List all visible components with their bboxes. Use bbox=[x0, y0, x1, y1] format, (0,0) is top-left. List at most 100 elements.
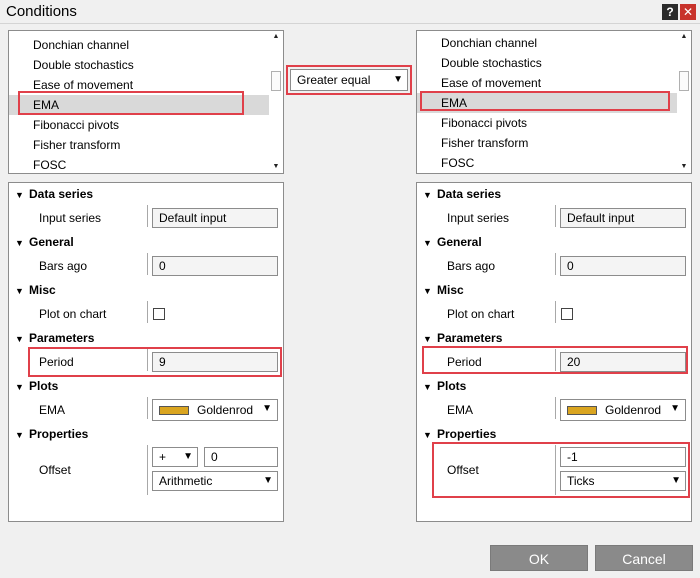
category-parameters[interactable]: ▼ Parameters bbox=[15, 328, 94, 348]
list-item-selected[interactable]: EMA bbox=[9, 95, 269, 115]
collapse-triangle-icon[interactable]: ▼ bbox=[15, 329, 29, 349]
column-divider bbox=[147, 349, 148, 371]
scroll-thumb[interactable] bbox=[679, 71, 689, 91]
collapse-triangle-icon[interactable]: ▼ bbox=[15, 281, 29, 301]
color-name: Goldenrod bbox=[605, 403, 662, 417]
offset-type-select[interactable]: Arithmetic ▼ bbox=[152, 471, 278, 491]
period-label: Period bbox=[447, 355, 482, 369]
column-divider bbox=[147, 253, 148, 275]
category-properties[interactable]: ▼ Properties bbox=[15, 424, 88, 444]
scroll-thumb[interactable] bbox=[271, 71, 281, 91]
category-plots[interactable]: ▼ Plots bbox=[423, 376, 466, 396]
category-plots[interactable]: ▼ Plots bbox=[15, 376, 58, 396]
category-parameters[interactable]: ▼ Parameters bbox=[423, 328, 502, 348]
list-item[interactable]: Fisher transform bbox=[417, 133, 677, 153]
list-item[interactable]: Donchian channel bbox=[9, 35, 269, 55]
list-item[interactable]: Fisher transform bbox=[9, 135, 269, 155]
collapse-triangle-icon[interactable]: ▼ bbox=[15, 377, 29, 397]
column-divider bbox=[147, 445, 148, 495]
collapse-triangle-icon[interactable]: ▼ bbox=[423, 233, 437, 253]
period-field[interactable]: 9 bbox=[152, 352, 278, 372]
list-item[interactable]: Fibonacci pivots bbox=[417, 113, 677, 133]
ok-button[interactable]: OK bbox=[490, 545, 588, 571]
list-item[interactable]: Ease of movement bbox=[417, 73, 677, 93]
chevron-down-icon: ▼ bbox=[263, 475, 273, 486]
offset-label: Offset bbox=[447, 463, 479, 477]
category-general[interactable]: ▼ General bbox=[15, 232, 74, 252]
close-icon[interactable]: ✕ bbox=[680, 4, 696, 20]
cancel-button[interactable]: Cancel bbox=[595, 545, 693, 571]
color-swatch bbox=[159, 406, 189, 415]
offset-operator-select[interactable]: + ▼ bbox=[152, 447, 198, 467]
column-divider bbox=[555, 205, 556, 227]
category-misc[interactable]: ▼ Misc bbox=[423, 280, 464, 300]
category-data-series[interactable]: ▼ Data series bbox=[15, 184, 93, 204]
column-divider bbox=[147, 397, 148, 419]
collapse-triangle-icon[interactable]: ▼ bbox=[423, 425, 437, 445]
collapse-triangle-icon[interactable]: ▼ bbox=[423, 281, 437, 301]
collapse-triangle-icon[interactable]: ▼ bbox=[423, 377, 437, 397]
bars-ago-field[interactable]: 0 bbox=[152, 256, 278, 276]
list-item[interactable]: Double stochastics bbox=[417, 53, 677, 73]
collapse-triangle-icon[interactable]: ▼ bbox=[15, 233, 29, 253]
category-data-series[interactable]: ▼ Data series bbox=[423, 184, 501, 204]
input-series-label: Input series bbox=[39, 211, 102, 225]
plot-on-chart-checkbox[interactable] bbox=[561, 308, 573, 320]
right-indicator-list[interactable]: Donchian channel Double stochastics Ease… bbox=[416, 30, 692, 174]
left-property-grid: ▼ Data series Input series Default input … bbox=[8, 182, 284, 522]
column-divider bbox=[147, 205, 148, 227]
plot-on-chart-checkbox[interactable] bbox=[153, 308, 165, 320]
plot-on-chart-label: Plot on chart bbox=[447, 307, 515, 321]
offset-type-select[interactable]: Ticks ▼ bbox=[560, 471, 686, 491]
collapse-triangle-icon[interactable]: ▼ bbox=[15, 425, 29, 445]
list-item[interactable]: Fibonacci pivots bbox=[9, 115, 269, 135]
ema-color-select[interactable]: Goldenrod ▼ bbox=[560, 399, 686, 421]
list-item[interactable]: Donchian channel bbox=[417, 33, 677, 53]
input-series-field[interactable]: Default input bbox=[560, 208, 686, 228]
right-property-grid: ▼ Data series Input series Default input … bbox=[416, 182, 692, 522]
collapse-triangle-icon[interactable]: ▼ bbox=[15, 185, 29, 205]
operator-select[interactable]: Greater equal ▼ bbox=[290, 69, 408, 91]
list-item[interactable]: Ease of movement bbox=[9, 75, 269, 95]
bars-ago-label: Bars ago bbox=[39, 259, 88, 273]
offset-value-field[interactable]: -1 bbox=[560, 447, 686, 467]
column-divider bbox=[555, 349, 556, 371]
ema-color-select[interactable]: Goldenrod ▼ bbox=[152, 399, 278, 421]
window-title: Conditions bbox=[6, 3, 77, 20]
column-divider bbox=[147, 301, 148, 323]
chevron-down-icon: ▼ bbox=[393, 74, 403, 85]
color-swatch bbox=[567, 406, 597, 415]
operator-value: Greater equal bbox=[297, 73, 371, 87]
input-series-label: Input series bbox=[447, 211, 510, 225]
period-field[interactable]: 20 bbox=[560, 352, 686, 372]
category-properties[interactable]: ▼ Properties bbox=[423, 424, 496, 444]
left-indicator-list[interactable]: Donchian channel Double stochastics Ease… bbox=[8, 30, 284, 174]
category-misc[interactable]: ▼ Misc bbox=[15, 280, 56, 300]
category-general[interactable]: ▼ General bbox=[423, 232, 482, 252]
list-item-selected[interactable]: EMA bbox=[417, 93, 677, 113]
help-icon[interactable]: ? bbox=[662, 4, 678, 20]
list-item[interactable]: FOSC bbox=[417, 153, 677, 173]
scroll-down-icon[interactable]: ▼ bbox=[677, 161, 691, 173]
scroll-up-icon[interactable]: ▲ bbox=[677, 31, 691, 43]
color-name: Goldenrod bbox=[197, 403, 254, 417]
offset-value-field[interactable]: 0 bbox=[204, 447, 278, 467]
column-divider bbox=[555, 253, 556, 275]
left-list-scrollbar[interactable]: ▲ ▼ bbox=[269, 31, 283, 173]
input-series-field[interactable]: Default input bbox=[152, 208, 278, 228]
chevron-down-icon: ▼ bbox=[262, 403, 272, 414]
bars-ago-field[interactable]: 0 bbox=[560, 256, 686, 276]
period-label: Period bbox=[39, 355, 74, 369]
ema-plot-label: EMA bbox=[39, 403, 66, 417]
list-item[interactable]: FOSC bbox=[9, 155, 269, 173]
right-list-scrollbar[interactable]: ▲ ▼ bbox=[677, 31, 691, 173]
scroll-down-icon[interactable]: ▼ bbox=[269, 161, 283, 173]
ema-plot-label: EMA bbox=[447, 403, 474, 417]
collapse-triangle-icon[interactable]: ▼ bbox=[423, 185, 437, 205]
list-item[interactable]: Double stochastics bbox=[9, 55, 269, 75]
scroll-up-icon[interactable]: ▲ bbox=[269, 31, 283, 43]
collapse-triangle-icon[interactable]: ▼ bbox=[423, 329, 437, 349]
offset-label: Offset bbox=[39, 463, 71, 477]
column-divider bbox=[555, 445, 556, 495]
plot-on-chart-label: Plot on chart bbox=[39, 307, 107, 321]
